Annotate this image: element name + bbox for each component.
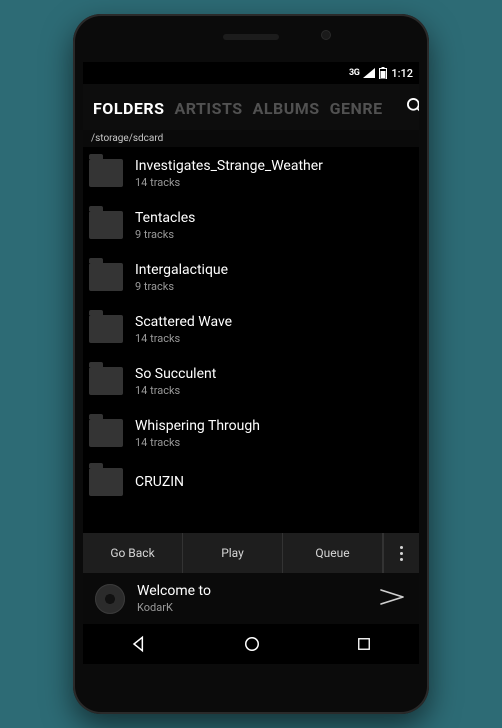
network-type: 3G	[349, 68, 359, 78]
folder-subtitle: 9 tracks	[135, 280, 409, 293]
folder-icon	[89, 315, 123, 343]
folder-title: Intergalactique	[135, 262, 409, 278]
folder-title: Scattered Wave	[135, 314, 409, 330]
tab-bar: FOLDERS ARTISTS ALBUMS GENRE	[83, 84, 419, 130]
more-vert-icon	[400, 546, 403, 561]
list-item[interactable]: Investigates_Strange_Weather 14 tracks	[83, 147, 419, 199]
folder-list[interactable]: Investigates_Strange_Weather 14 tracks T…	[83, 147, 419, 533]
back-nav-icon[interactable]	[129, 634, 149, 654]
breadcrumb: /storage/sdcard	[83, 130, 419, 147]
album-art-icon	[95, 584, 125, 614]
now-playing-title: Welcome to	[137, 583, 367, 599]
folder-title: So Succulent	[135, 366, 409, 382]
overflow-menu-button[interactable]	[383, 533, 419, 573]
folder-subtitle: 14 tracks	[135, 384, 409, 397]
tab-artists[interactable]: ARTISTS	[174, 99, 242, 118]
play-icon[interactable]	[379, 586, 407, 612]
folder-title: Tentacles	[135, 210, 409, 226]
status-bar: 3G 1:12	[83, 62, 419, 84]
folder-subtitle: 9 tracks	[135, 228, 409, 241]
folder-subtitle: 14 tracks	[135, 332, 409, 345]
go-back-button[interactable]: Go Back	[83, 533, 183, 573]
folder-icon	[89, 468, 123, 496]
screen: 3G 1:12 FOLDERS ARTISTS ALBUMS GENRE /st…	[83, 62, 419, 664]
folder-icon	[89, 159, 123, 187]
phone-frame: 3G 1:12 FOLDERS ARTISTS ALBUMS GENRE /st…	[73, 14, 429, 714]
now-playing-artist: KodarK	[137, 601, 367, 614]
folder-subtitle: 14 tracks	[135, 436, 409, 449]
folder-subtitle: 14 tracks	[135, 176, 409, 189]
folder-icon	[89, 211, 123, 239]
folder-icon	[89, 367, 123, 395]
signal-icon	[363, 68, 375, 78]
recents-nav-icon[interactable]	[355, 635, 373, 653]
folder-icon	[89, 419, 123, 447]
tab-folders[interactable]: FOLDERS	[93, 99, 164, 118]
tab-albums[interactable]: ALBUMS	[253, 99, 320, 118]
battery-icon	[379, 67, 387, 79]
clock: 1:12	[391, 67, 413, 80]
android-nav-bar	[83, 624, 419, 664]
list-item[interactable]: So Succulent 14 tracks	[83, 355, 419, 407]
list-item[interactable]: Intergalactique 9 tracks	[83, 251, 419, 303]
home-nav-icon[interactable]	[242, 634, 262, 654]
now-playing-bar[interactable]: Welcome to KodarK	[83, 573, 419, 624]
folder-title: CRUZIN	[135, 474, 409, 490]
play-button[interactable]: Play	[183, 533, 283, 573]
tab-genre[interactable]: GENRE	[330, 99, 383, 118]
list-item[interactable]: Whispering Through 14 tracks	[83, 407, 419, 459]
folder-title: Whispering Through	[135, 418, 409, 434]
phone-speaker	[223, 34, 279, 40]
search-icon[interactable]	[403, 94, 419, 122]
list-item[interactable]: Scattered Wave 14 tracks	[83, 303, 419, 355]
folder-icon	[89, 263, 123, 291]
phone-camera	[321, 30, 331, 40]
queue-button[interactable]: Queue	[283, 533, 383, 573]
folder-title: Investigates_Strange_Weather	[135, 158, 409, 174]
list-item[interactable]: CRUZIN	[83, 459, 419, 496]
action-bar: Go Back Play Queue	[83, 533, 419, 573]
list-item[interactable]: Tentacles 9 tracks	[83, 199, 419, 251]
